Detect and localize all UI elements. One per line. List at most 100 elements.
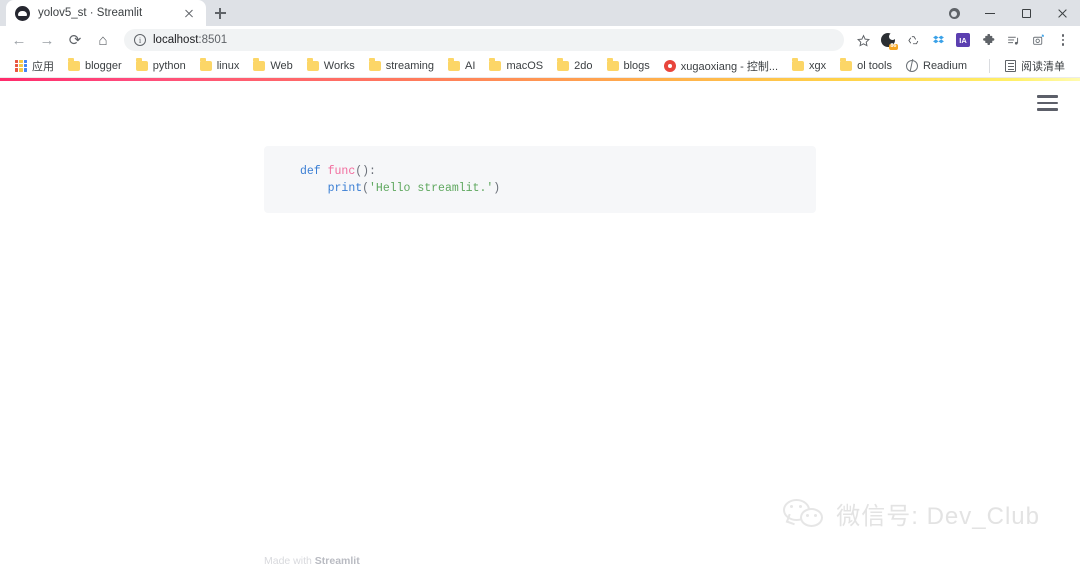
window-close-icon[interactable] [1044, 0, 1080, 26]
folder-icon [199, 58, 212, 71]
bookmark-label: xgx [809, 59, 827, 72]
bookmark-label: ol tools [857, 59, 892, 72]
dropbox-icon[interactable] [927, 29, 949, 51]
bookmark-python[interactable]: python [129, 58, 193, 74]
browser-tab[interactable]: yolov5_st · Streamlit [6, 0, 206, 26]
tab-close-icon[interactable] [181, 5, 197, 21]
bookmark-blogs[interactable]: blogs [600, 58, 657, 74]
bookmark-ol-tools[interactable]: ol tools [833, 58, 899, 74]
extension-badge-count: 86 [888, 43, 898, 50]
bookmark-label: AI [465, 59, 476, 72]
bookmark-macos[interactable]: macOS [482, 58, 550, 74]
forward-icon[interactable]: → [34, 27, 60, 53]
bookmark-label: Readium [923, 59, 968, 72]
bookmark-star-icon[interactable] [852, 29, 874, 51]
code-function-name: func [327, 165, 356, 178]
wechat-watermark: 微信号: Dev_Club [783, 496, 1040, 531]
bookmark-streaming[interactable]: streaming [362, 58, 441, 74]
bookmark-2do[interactable]: 2do [550, 58, 599, 74]
folder-icon [135, 58, 148, 71]
new-tab-button[interactable] [206, 0, 234, 26]
folder-icon [840, 58, 853, 71]
code-string-literal: 'Hello streamlit.' [369, 182, 494, 195]
bookmark-label: linux [216, 59, 240, 72]
puzzle-extensions-icon[interactable] [977, 29, 999, 51]
bookmark-label: 应用 [32, 60, 54, 73]
window-controls [936, 0, 1080, 26]
footer-prefix: Made with [264, 555, 315, 567]
bookmark-web[interactable]: Web [246, 58, 299, 74]
app-content: def func(): print('Hello streamlit.') [0, 81, 1080, 213]
bookmarks-bar: 应用 blogger python linux Web Works stream… [0, 54, 1080, 78]
chrome-menu-icon[interactable] [1052, 29, 1074, 51]
footer-brand[interactable]: Streamlit [315, 555, 360, 567]
bookmark-works[interactable]: Works [300, 58, 362, 74]
tab-title: yolov5_st · Streamlit [38, 7, 143, 19]
playlist-icon[interactable] [1002, 29, 1024, 51]
wordpress-icon [663, 59, 676, 72]
bookmark-blogger[interactable]: blogger [61, 58, 129, 74]
hamburger-menu-icon[interactable] [1037, 95, 1058, 111]
url-port: :8501 [198, 34, 228, 46]
extension-badge-icon[interactable]: 86 [877, 29, 899, 51]
reading-list-label: 阅读清单 [1021, 60, 1065, 73]
reading-list-button[interactable]: 阅读清单 [998, 56, 1072, 76]
bookmarks-bar-right: 阅读清单 [989, 56, 1072, 76]
address-bar[interactable]: i localhost:8501 [124, 29, 844, 51]
bookmark-label: 2do [574, 59, 593, 72]
code-paren-open: ( [362, 182, 370, 195]
wechat-icon [783, 498, 825, 529]
bookmark-readium[interactable]: Readium [899, 58, 974, 74]
folder-icon [253, 58, 266, 71]
reload-icon[interactable]: ⟳ [62, 27, 88, 53]
back-icon[interactable]: ← [6, 27, 32, 53]
globe-icon [906, 59, 918, 72]
toolbar-icons: 86 IA [852, 29, 1074, 51]
apps-grid-icon [15, 59, 27, 72]
folder-icon [448, 58, 461, 71]
code-builtin-print: print [327, 182, 363, 195]
internet-archive-icon[interactable]: IA [952, 29, 974, 51]
bookmark-label: macOS [506, 59, 544, 72]
code-block: def func(): print('Hello streamlit.') [264, 146, 816, 213]
maximize-icon[interactable] [1008, 0, 1044, 26]
folder-icon [306, 58, 319, 71]
minimize-icon[interactable] [972, 0, 1008, 26]
bookmarks-divider [989, 58, 990, 73]
folder-icon [368, 58, 381, 71]
folder-icon [606, 58, 619, 71]
watermark-text: 微信号: Dev_Club [836, 503, 1040, 530]
bookmark-ai[interactable]: AI [441, 58, 482, 74]
recycle-icon[interactable] [902, 29, 924, 51]
browser-window: yolov5_st · Streamlit ← → ⟳ ⌂ i localhos… [0, 0, 1080, 575]
bookmark-linux[interactable]: linux [193, 58, 247, 74]
bookmark-label: Works [323, 59, 355, 72]
code-keyword-def: def [300, 165, 321, 178]
url-host: localhost [153, 34, 199, 46]
folder-icon [489, 58, 502, 71]
reading-list-icon [1005, 59, 1016, 72]
bookmark-label: blogs [623, 59, 650, 72]
url-text: localhost:8501 [153, 34, 227, 46]
browser-titlebar: yolov5_st · Streamlit [0, 0, 1080, 26]
folder-icon [792, 58, 805, 71]
browser-toolbar: ← → ⟳ ⌂ i localhost:8501 86 IA [0, 26, 1080, 54]
bookmark-label: python [152, 59, 186, 72]
screenshot-icon[interactable] [1027, 29, 1049, 51]
bookmark-xgx[interactable]: xgx [785, 58, 833, 74]
bookmark-label: blogger [85, 59, 122, 72]
folder-icon [68, 58, 80, 71]
bookmark-apps[interactable]: 应用 [8, 56, 61, 76]
home-icon[interactable]: ⌂ [90, 27, 116, 53]
info-circle-icon[interactable]: i [134, 34, 146, 46]
bookmark-xugaoxiang[interactable]: xugaoxiang - 控制... [657, 56, 785, 76]
streamlit-app: def func(): print('Hello streamlit.') 微信… [0, 78, 1080, 575]
bookmark-label: Web [270, 59, 293, 72]
streamlit-favicon-icon [15, 5, 30, 21]
code-paren-close: ) [493, 182, 501, 195]
profile-avatar-icon[interactable] [936, 0, 972, 26]
code-punctuation: (): [355, 165, 376, 178]
bookmark-label: xugaoxiang - 控制... [680, 60, 779, 73]
